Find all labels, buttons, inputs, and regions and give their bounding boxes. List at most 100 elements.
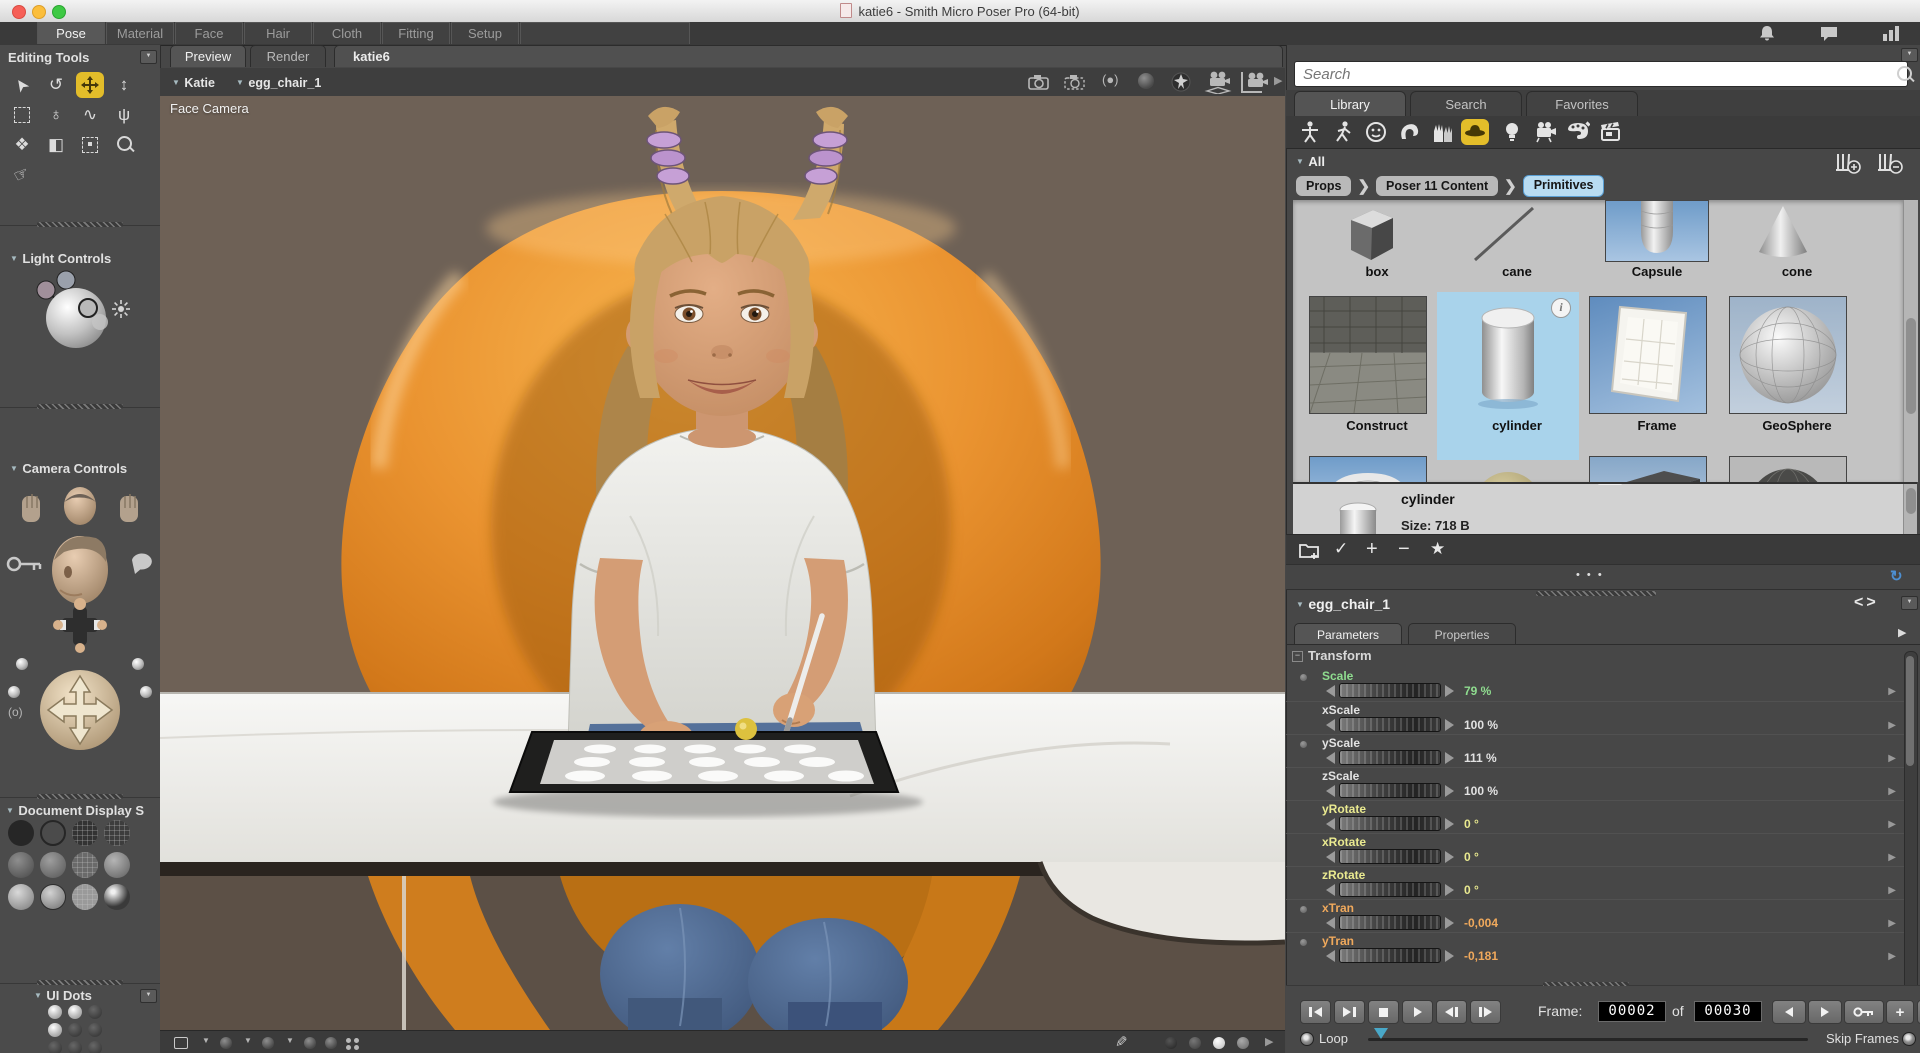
document-tab-katie6[interactable]: katie6 [334,45,1283,67]
param-label[interactable]: xScale [1322,703,1360,717]
tab-render[interactable]: Render [250,45,326,67]
thumb-cylinder[interactable] [1475,300,1541,410]
param-value[interactable]: 0 ° [1464,883,1479,897]
ui-dot-memory-8[interactable] [68,1041,82,1053]
item-info-button[interactable]: i [1551,298,1571,318]
search-icon[interactable] [1897,66,1912,81]
param-menu-arrow[interactable]: ▶ [1888,686,1896,697]
library-root-selector[interactable]: ▼ All [1296,153,1325,171]
total-frames-field[interactable]: 00030 [1694,1001,1762,1022]
param-label[interactable]: yScale [1322,736,1360,750]
last-frame-button[interactable] [1334,1000,1365,1024]
thumb-partial-darksphere[interactable] [1729,456,1847,482]
breadcrumb-primitives[interactable]: Primitives [1523,175,1605,197]
view-magnifier-tool-icon[interactable] [110,132,138,158]
splitter-dots[interactable]: • • • [1576,569,1604,581]
add-item-icon[interactable]: + [1366,538,1378,561]
morph-brush-tool-icon[interactable]: ❖ [8,132,36,158]
ui-dots-windowshade-button[interactable]: ▼ [140,989,157,1003]
param-label[interactable]: Scale [1322,669,1353,683]
slider-decrement-arrow[interactable] [1326,851,1335,863]
display-style-wireframe[interactable] [72,820,98,846]
panel-splitter[interactable]: • • • ↻ [1286,564,1920,590]
translate-in-out-tool-icon[interactable]: ↕ [110,72,138,98]
add-keyframe-button[interactable]: + [1886,1000,1914,1024]
thumb-frame[interactable] [1589,296,1707,414]
item-label-capsule[interactable]: Capsule [1587,264,1727,279]
section-divider-grip[interactable] [37,222,123,227]
display-style-smooth-lined[interactable] [40,884,66,910]
morph-tool-icon[interactable]: ψ [110,102,138,128]
thumb-box[interactable] [1335,204,1407,264]
display-style-lit-wire[interactable] [8,852,34,878]
viewport-3d-scene[interactable] [160,96,1285,1030]
param-value[interactable]: 111 % [1464,751,1497,765]
display-style-silhouette[interactable] [8,820,34,846]
pencil-icon[interactable]: ✎ [1115,1033,1128,1051]
category-props-icon[interactable] [1461,119,1489,145]
display-style-flat-lined[interactable] [72,852,98,878]
slider-increment-arrow[interactable] [1445,884,1454,896]
camera-dots-icon[interactable] [1062,72,1088,92]
grid-scrollbar[interactable] [1903,200,1918,482]
sphere-icon[interactable] [1138,73,1154,89]
transform-collapse-box[interactable]: − [1292,651,1303,662]
bracket-ball-icon[interactable]: (●) [1102,72,1119,87]
param-dial[interactable] [1339,816,1441,831]
shading-ball-icon[interactable] [304,1037,316,1049]
keyframe-dot-icon[interactable] [1300,674,1307,681]
thumb-partial-ball[interactable] [1461,466,1555,482]
remove-item-icon[interactable]: − [1398,538,1410,561]
translate-tool-icon[interactable] [76,72,104,98]
param-dial[interactable] [1339,948,1441,963]
refresh-icon[interactable]: ↻ [1890,567,1903,585]
light-controls-header[interactable]: ▼ Light Controls [10,250,111,268]
ui-dots-header[interactable]: ▼ UI Dots [34,987,92,1005]
param-value[interactable]: 100 % [1464,784,1498,798]
select-tool-icon[interactable]: ➤ [8,72,36,98]
param-menu-arrow[interactable]: ▶ [1888,852,1896,863]
rotate-tool-icon[interactable]: ↺ [42,72,70,98]
slider-decrement-arrow[interactable] [1326,917,1335,929]
first-frame-button[interactable] [1300,1000,1331,1024]
param-label[interactable]: xTran [1322,901,1354,915]
timeline-playhead[interactable] [1374,1028,1388,1039]
param-menu-arrow[interactable]: ▶ [1888,918,1896,929]
parameters-windowshade-button[interactable]: ▼ [1901,596,1918,610]
slider-increment-arrow[interactable] [1445,818,1454,830]
param-menu-arrow[interactable]: ▶ [1888,951,1896,962]
item-label-box[interactable]: box [1307,264,1447,279]
dropdown-caret-icon[interactable]: ▼ [202,1036,210,1045]
param-menu-arrow[interactable]: ▶ [1888,819,1896,830]
editing-tools-windowshade-button[interactable]: ▼ [140,50,157,64]
slider-increment-arrow[interactable] [1445,785,1454,797]
param-menu-arrow[interactable]: ▶ [1888,720,1896,731]
splitter-grip[interactable] [1598,482,1622,485]
style-ball-mid-icon[interactable] [1189,1037,1201,1049]
thumb-cone[interactable] [1745,202,1821,264]
item-label-cone[interactable]: cone [1727,264,1867,279]
param-menu-arrow[interactable]: ▶ [1888,885,1896,896]
params-overflow-arrow[interactable]: ▶ [1898,626,1906,639]
param-value[interactable]: -0,004 [1464,916,1498,930]
dropdown-caret-icon[interactable]: ▼ [286,1036,294,1045]
slider-decrement-arrow[interactable] [1326,785,1335,797]
light-control-ball[interactable] [18,270,118,352]
sun-icon[interactable] [112,300,130,318]
param-value[interactable]: 0 ° [1464,817,1479,831]
tab-pose[interactable]: Pose [37,22,105,44]
grid-scrollbar-thumb[interactable] [1906,318,1916,414]
depth-cue-icon[interactable] [174,1037,188,1049]
ui-dot-memory-2[interactable] [68,1005,82,1019]
param-value[interactable]: 0 ° [1464,850,1479,864]
display-style-flat-shaded[interactable] [40,852,66,878]
category-cameras-icon[interactable] [1531,119,1559,145]
style-ball-gray-icon[interactable] [1237,1037,1249,1049]
param-dial[interactable] [1339,915,1441,930]
prop-prev-next-arrows[interactable]: <> [1854,594,1879,612]
step-back-button[interactable] [1436,1000,1467,1024]
param-dial[interactable] [1339,783,1441,798]
param-label[interactable]: yRotate [1322,802,1366,816]
item-label-geosphere[interactable]: GeoSphere [1727,418,1867,433]
trackball-figure-icon[interactable] [1170,71,1192,93]
